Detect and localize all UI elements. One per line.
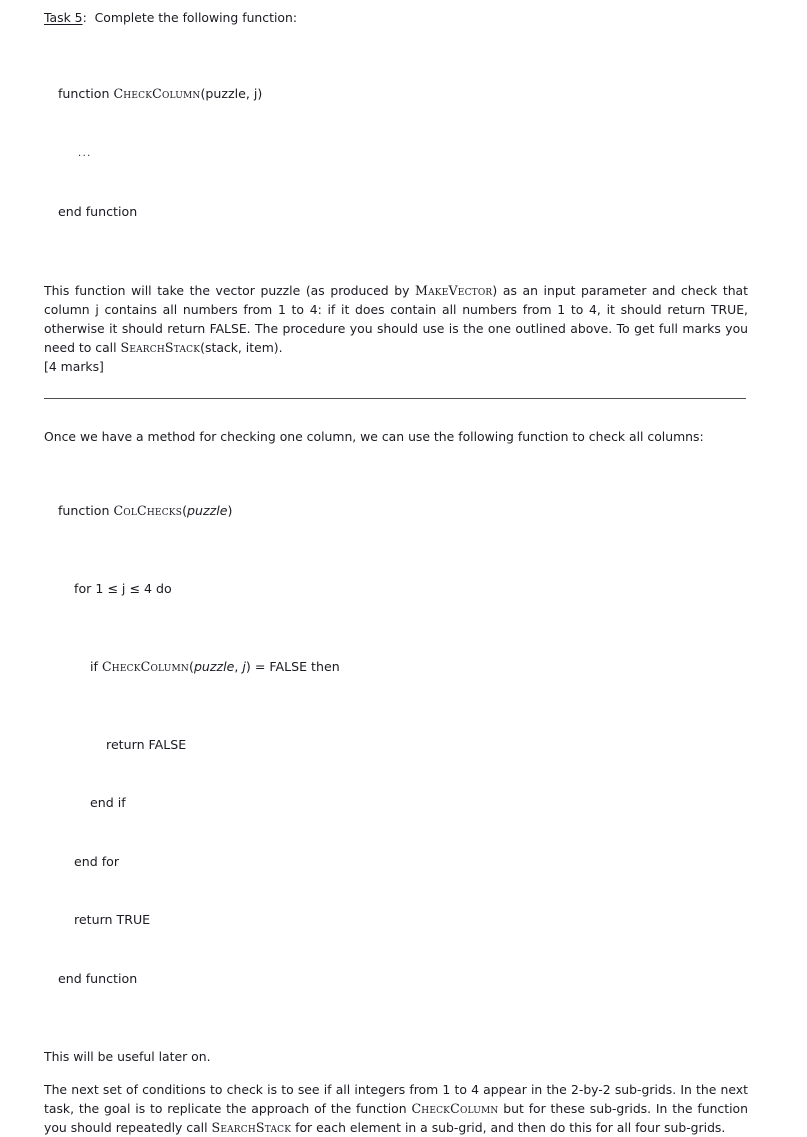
procedure-args: (puzzle, j)	[200, 86, 263, 101]
paragraph-useful-later: This will be useful later on.	[44, 1049, 211, 1064]
keyword-function: function	[58, 502, 114, 518]
paragraph-next-conditions: The next set of conditions to check is t…	[44, 1080, 748, 1137]
code-line-ellipsis: ...	[58, 143, 748, 164]
paren-close: )	[227, 502, 233, 518]
task-separator: :	[82, 10, 87, 25]
code-line-end-function: end function	[58, 970, 138, 986]
keyword-function: function	[58, 86, 114, 101]
code-line-end-if: end if	[58, 795, 126, 810]
procedure-name-checkcolumn: CheckColumn	[113, 86, 201, 101]
code-line-if-condition: if CheckColumn(puzzle, j) = FALSE then	[58, 657, 748, 677]
procedure-name-colchecks: ColChecks	[113, 502, 183, 518]
reference-searchstack: SearchStack	[120, 339, 201, 355]
task-label: Task 5	[44, 10, 83, 25]
marks-allocation: [4 marks]	[44, 358, 104, 374]
description-part-1: This function will take the vector puzzl…	[44, 282, 416, 298]
reference-checkcolumn: CheckColumn	[411, 1101, 499, 1116]
code-block-colchecks: function ColChecks(puzzle) for 1 ≤ j ≤ 4…	[58, 462, 748, 1028]
reference-checkcolumn: CheckColumn	[101, 658, 190, 674]
code-line-return-false: return FALSE	[58, 736, 187, 752]
code-line-colchecks-signature: function ColChecks(puzzle)	[58, 501, 748, 521]
arg-separator: ,	[234, 658, 243, 674]
description-part-3: (stack, item).	[200, 339, 283, 355]
if-condition-tail: ) = FALSE then	[245, 658, 340, 674]
param-puzzle: puzzle	[187, 502, 228, 518]
ellipsis-glyph: ...	[78, 147, 92, 159]
code-line-function-signature: function CheckColumn(puzzle, j)	[58, 84, 748, 104]
code-line-for-loop: for 1 ≤ j ≤ 4 do	[58, 580, 172, 596]
paragraph-colchecks-intro: Once we have a method for checking one c…	[44, 428, 704, 444]
code-line-end-for: end for	[58, 853, 120, 869]
section-divider-wrap	[44, 397, 748, 410]
code-block-checkcolumn-stub: function CheckColumn(puzzle, j) ... end …	[58, 45, 748, 261]
code-line-return-true: return TRUE	[58, 912, 151, 927]
code-line-end-function: end function	[58, 204, 138, 219]
next-conditions-part-3: for each element in a sub-grid, and then…	[291, 1120, 726, 1135]
reference-makevector: MakeVector	[415, 282, 493, 298]
keyword-if: if	[58, 658, 102, 674]
document-page: Task 5: Complete the following function:…	[0, 0, 807, 1135]
task-instruction: Complete the following function:	[94, 10, 297, 25]
task-heading: Task 5: Complete the following function:	[44, 8, 748, 27]
reference-searchstack: SearchStack	[211, 1120, 292, 1135]
section-divider	[44, 397, 746, 399]
paragraph-checkcolumn-description: This function will take the vector puzzl…	[44, 281, 748, 357]
param-puzzle: puzzle	[193, 658, 235, 674]
